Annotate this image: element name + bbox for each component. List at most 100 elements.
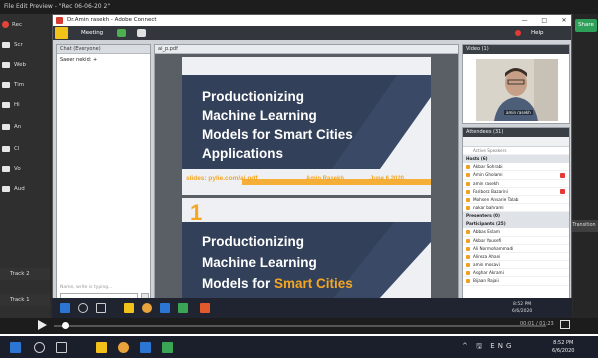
screen-icon <box>2 41 10 48</box>
ac-close-icon[interactable]: ✕ <box>555 15 571 26</box>
slide-1-title-line-4: Applications <box>202 146 284 161</box>
adobe-connect-taskbar-icon[interactable] <box>200 303 210 313</box>
person-icon <box>466 246 470 251</box>
tool-voice[interactable]: Vo <box>2 162 48 176</box>
attendee-row[interactable]: Asghar Akrami <box>463 269 569 278</box>
screen: File Edit Preview - "Rec 06-06-20 2" — □… <box>0 0 598 358</box>
windows-start-icon[interactable] <box>10 342 21 353</box>
attendee-row[interactable]: Amin Gholami <box>463 171 569 180</box>
tool-arrow[interactable]: An <box>2 120 48 134</box>
adobe-connect-window: Dr.Amin rasekh - Adobe Connect — □ ✕ Mee… <box>52 14 572 318</box>
participants-group[interactable]: Participants (25) <box>463 220 569 229</box>
chrome-icon[interactable] <box>142 303 152 313</box>
attendee-row[interactable]: amin mosavi <box>463 261 569 270</box>
typing-indicator: Name, write is typing... <box>60 285 113 290</box>
chat-message: Saeer nekid: + <box>60 57 98 63</box>
app-icon[interactable] <box>140 342 151 353</box>
hosts-group[interactable]: Hosts (6) <box>463 155 569 164</box>
microphone-icon[interactable] <box>117 29 126 37</box>
arrow-icon <box>2 123 10 130</box>
person-icon <box>466 165 470 170</box>
windows-start-icon[interactable] <box>60 303 70 313</box>
share-header: ai_p.pdf <box>155 45 458 54</box>
attendee-row[interactable]: Bijaan Rajaii <box>463 277 569 286</box>
task-view-icon[interactable] <box>96 303 106 313</box>
chat-header: Chat (Everyone) <box>57 45 150 54</box>
connect-logo-icon <box>55 27 68 39</box>
recorder-tool-panel: Rec Scr Web Tim Hi An Cl Vo Aud <box>0 14 50 334</box>
ac-minimize-icon[interactable]: — <box>516 15 534 26</box>
slide-1-title-line-2: Machine Learning <box>202 108 317 123</box>
person-icon <box>466 271 470 276</box>
track-1-label[interactable]: Track 1 <box>0 294 50 306</box>
attendee-row[interactable]: Akbar Yousefi <box>463 237 569 245</box>
file-explorer-icon[interactable] <box>124 303 134 313</box>
outer-taskbar: ^ 🖫 ENG 8:52 PM 6/6/2020 <box>0 336 598 358</box>
slide-number: 1 <box>190 200 203 225</box>
tool-webcam[interactable]: Web <box>2 58 48 72</box>
slide-1-title-line-3: Models for Smart Cities <box>202 127 353 142</box>
attendee-row[interactable]: nakar bahrami <box>463 204 569 213</box>
camera-icon[interactable] <box>137 29 146 37</box>
person-icon <box>466 279 470 284</box>
person-icon <box>466 197 470 202</box>
attendee-row[interactable]: Ali Normohammadi <box>463 245 569 253</box>
attendee-row[interactable]: Mohsen Ansarie Talab <box>463 196 569 205</box>
cursor-icon <box>2 101 10 108</box>
video-pod: Video (1) amin rasekh <box>462 44 570 124</box>
timeline-time: 00:01 / 01:23 <box>520 321 554 327</box>
track-2-label[interactable]: Track 2 <box>0 268 50 280</box>
attendees-toolbar[interactable] <box>463 137 569 147</box>
share-button[interactable]: Share <box>575 19 597 32</box>
meeting-menu[interactable]: Meeting <box>81 26 103 40</box>
chrome-icon[interactable] <box>118 342 129 353</box>
presenters-group[interactable]: Presenters (0) <box>463 212 569 221</box>
person-icon <box>466 189 470 194</box>
attendee-row[interactable]: Abbas Eslam <box>463 228 569 237</box>
person-icon <box>466 263 470 268</box>
search-icon[interactable] <box>34 342 45 353</box>
attendee-row[interactable]: amin rasekh <box>463 180 569 188</box>
adobe-connect-logo-icon <box>56 17 63 24</box>
app-icon[interactable] <box>160 303 170 313</box>
attendee-row[interactable]: Akbar Sohrabi <box>463 163 569 172</box>
outer-clock: 8:52 PM 6/6/2020 <box>552 340 575 354</box>
person-icon <box>466 238 470 243</box>
tool-record[interactable]: Rec <box>2 18 48 32</box>
scrub-track[interactable] <box>54 325 546 327</box>
tool-cursor[interactable]: Hi <box>2 98 48 112</box>
tool-screen[interactable]: Scr <box>2 38 48 52</box>
person-icon <box>466 254 470 259</box>
attendees-header: Attendees (31) <box>463 128 569 137</box>
play-icon[interactable] <box>38 320 47 330</box>
file-explorer-icon[interactable] <box>96 342 107 353</box>
recorder-right-panel <box>573 14 598 334</box>
inner-clock: 8:52 PM 6/6/2020 <box>512 302 533 314</box>
camtasia-icon[interactable] <box>178 303 188 313</box>
camtasia-icon[interactable] <box>162 342 173 353</box>
caption-icon <box>2 145 10 152</box>
tool-caption[interactable]: Cl <box>2 142 48 156</box>
mic-icon <box>2 165 10 172</box>
slide-link[interactable]: slides: pylie.com/ai.pdf <box>186 175 258 182</box>
video-header: Video (1) <box>463 45 569 54</box>
inner-taskbar: 8:52 PM 6/6/2020 <box>52 298 572 318</box>
ac-title-bar: Dr.Amin rasekh - Adobe Connect — □ ✕ <box>53 15 571 26</box>
task-view-icon[interactable] <box>56 342 67 353</box>
search-icon[interactable] <box>78 303 88 313</box>
ac-menu-bar: Meeting Help <box>53 26 571 40</box>
slide-2-title-line-3: Models for Smart Cities <box>202 276 353 291</box>
system-tray[interactable]: ^ 🖫 ENG <box>462 342 514 353</box>
attendees-pod: Attendees (31) Active Speakers Hosts (6)… <box>462 127 570 316</box>
chat-pod: Chat (Everyone) Saeer nekid: + Name, wri… <box>56 44 151 316</box>
share-pod: ai_p.pdf Productionizing Machine Learnin… <box>154 44 459 316</box>
tool-audio[interactable]: Aud <box>2 182 48 196</box>
attendee-row[interactable]: Alireza Ahani <box>463 253 569 262</box>
fullscreen-icon[interactable] <box>560 320 570 329</box>
attendee-row[interactable]: Fariborz Bazarini <box>463 188 569 196</box>
transition-callout[interactable]: Transition <box>570 220 598 232</box>
scrub-handle[interactable] <box>62 322 69 329</box>
help-menu[interactable]: Help <box>531 26 544 40</box>
ac-maximize-icon[interactable]: □ <box>535 15 553 26</box>
tool-monitor[interactable]: Tim <box>2 78 48 92</box>
